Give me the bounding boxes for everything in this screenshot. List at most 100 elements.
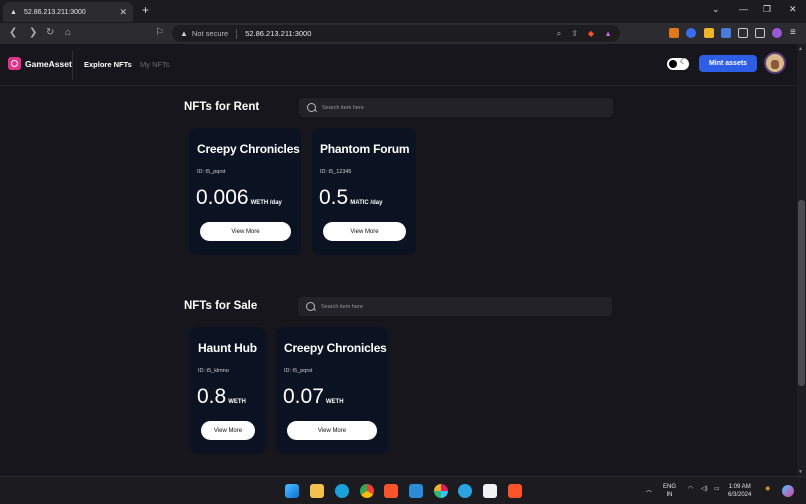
view-more-button[interactable]: View More bbox=[200, 222, 291, 241]
nft-price: 0.5 MATIC /day bbox=[319, 186, 382, 210]
address-bar[interactable]: ▲ Not secure 52.86.213.211:3000 ⌕ ⇪ ◆ ▲ bbox=[172, 25, 620, 42]
price-unit: WETH bbox=[228, 399, 246, 405]
scroll-down-icon[interactable]: ▼ bbox=[798, 469, 803, 475]
theme-toggle[interactable]: ☾ bbox=[667, 57, 689, 70]
avatar-face bbox=[771, 60, 779, 69]
clock-date: 6/3/2024 bbox=[728, 492, 752, 498]
nft-id: ID: t5_pqrst bbox=[197, 169, 226, 175]
nft-card[interactable]: Creepy Chronicles ID: t5_pqrst 0.006 WET… bbox=[189, 128, 301, 255]
nft-id: ID: t5_pqrst bbox=[284, 368, 313, 374]
view-more-button[interactable]: View More bbox=[287, 421, 377, 440]
bookmark-icon[interactable]: ⚐ bbox=[155, 27, 164, 38]
language-indicator[interactable]: ENG IN bbox=[663, 483, 676, 499]
forward-icon[interactable]: ❯ bbox=[29, 27, 37, 38]
nav-explore-nfts[interactable]: Explore NFTs bbox=[84, 60, 132, 69]
security-label[interactable]: Not secure bbox=[192, 29, 228, 38]
logo-text: GameAsset bbox=[25, 58, 72, 69]
search-icon bbox=[307, 103, 316, 112]
sidebar-icon[interactable] bbox=[755, 28, 765, 38]
price-unit: WETH bbox=[325, 399, 344, 405]
menu-icon[interactable]: ≡ bbox=[790, 27, 796, 38]
telegram-icon[interactable] bbox=[458, 484, 472, 498]
sale-section-title: NFTs for Sale bbox=[184, 300, 258, 312]
nft-card[interactable]: Haunt Hub ID: t5_klmno 0.8 WETH View Mor… bbox=[190, 327, 266, 454]
nft-card[interactable]: Creepy Chronicles ID: t5_pqrst 0.07 WETH… bbox=[276, 327, 388, 454]
browser-tab-bar: ▲ 52.86.213.211:3000 ✕ + ⌄ — ❐ ✕ bbox=[0, 0, 806, 23]
price-unit: WETH /day bbox=[250, 200, 282, 206]
volume-icon[interactable]: ◁) bbox=[701, 485, 708, 492]
brave-beta-icon[interactable] bbox=[508, 484, 522, 498]
brave-rewards-icon[interactable]: ▲ bbox=[604, 29, 612, 38]
battery-icon[interactable]: ▭ bbox=[714, 485, 720, 492]
url-text[interactable]: 52.86.213.211:3000 bbox=[245, 29, 547, 38]
toggle-knob bbox=[669, 60, 677, 68]
price-value: 0.006 bbox=[196, 186, 249, 209]
lang-top: ENG bbox=[663, 484, 677, 490]
wallet-icon[interactable] bbox=[704, 28, 714, 38]
tab-title: 52.86.213.211:3000 bbox=[24, 8, 86, 16]
sale-search-bar[interactable] bbox=[298, 297, 612, 316]
tray-chevron-icon[interactable]: ︿ bbox=[646, 485, 652, 494]
notion-icon[interactable] bbox=[483, 484, 497, 498]
clock[interactable]: 1:09 AM 6/3/2024 bbox=[728, 483, 751, 499]
warning-icon: ▲ bbox=[180, 29, 188, 38]
header-divider bbox=[72, 50, 73, 80]
minimize-icon[interactable]: — bbox=[739, 4, 748, 14]
wifi-icon[interactable]: ◠ bbox=[688, 485, 693, 492]
price-value: 0.5 bbox=[319, 186, 349, 209]
windows-start-icon[interactable] bbox=[285, 484, 299, 498]
edge-icon[interactable] bbox=[335, 484, 349, 498]
tab-search-icon[interactable]: ⌄ bbox=[712, 4, 720, 15]
nft-name: Haunt Hub bbox=[198, 341, 257, 355]
extension-icon[interactable] bbox=[686, 28, 696, 38]
notification-bell-icon[interactable]: ◉ bbox=[765, 485, 770, 492]
nft-price: 0.07 WETH bbox=[283, 385, 344, 409]
home-icon[interactable]: ⌂ bbox=[65, 27, 71, 38]
rent-section-title: NFTs for Rent bbox=[184, 101, 260, 113]
close-window-icon[interactable]: ✕ bbox=[789, 4, 797, 15]
nft-price: 0.8 WETH bbox=[197, 385, 246, 409]
avatar[interactable] bbox=[764, 52, 786, 74]
maximize-icon[interactable]: ❐ bbox=[763, 4, 771, 15]
slack-icon[interactable] bbox=[434, 484, 448, 498]
zoom-icon[interactable]: ⌕ bbox=[557, 29, 561, 39]
warning-icon: ▲ bbox=[10, 8, 17, 16]
back-icon[interactable]: ❮ bbox=[9, 27, 17, 38]
share-icon[interactable]: ⇪ bbox=[571, 29, 578, 38]
nft-name: Creepy Chronicles bbox=[284, 341, 387, 355]
brave-icon[interactable] bbox=[384, 484, 398, 498]
reload-icon[interactable]: ↻ bbox=[46, 27, 54, 38]
mint-assets-button[interactable]: Mint assets bbox=[699, 55, 757, 72]
extensions-puzzle-icon[interactable] bbox=[738, 28, 748, 38]
app-logo[interactable]: GameAsset bbox=[8, 57, 72, 70]
vscode-icon[interactable] bbox=[409, 484, 423, 498]
logo-icon bbox=[8, 57, 21, 70]
lang-bottom: IN bbox=[666, 492, 673, 498]
close-tab-icon[interactable]: ✕ bbox=[119, 7, 127, 18]
nav-my-nfts[interactable]: My NFTs bbox=[140, 60, 170, 69]
nft-name: Creepy Chronicles bbox=[197, 142, 300, 156]
search-icon bbox=[306, 302, 315, 311]
sale-search-input[interactable] bbox=[321, 303, 571, 310]
browser-toolbar: ❮ ❯ ↻ ⌂ ⚐ ▲ Not secure 52.86.213.211:300… bbox=[0, 23, 806, 44]
nft-id: ID: t5_12345 bbox=[320, 169, 352, 175]
divider bbox=[236, 28, 238, 39]
nft-price: 0.006 WETH /day bbox=[196, 186, 282, 210]
nft-card[interactable]: Phantom Forum ID: t5_12345 0.5 MATIC /da… bbox=[312, 128, 416, 255]
copilot-icon[interactable] bbox=[782, 485, 794, 497]
new-tab-icon[interactable]: + bbox=[142, 3, 149, 17]
file-explorer-icon[interactable] bbox=[310, 484, 324, 498]
chrome-icon[interactable] bbox=[360, 484, 374, 498]
extension-icon[interactable] bbox=[721, 28, 731, 38]
browser-tab[interactable]: ▲ 52.86.213.211:3000 ✕ bbox=[3, 2, 133, 22]
scroll-up-icon[interactable]: ▲ bbox=[798, 46, 803, 52]
rent-search-input[interactable] bbox=[322, 104, 572, 111]
nft-name: Phantom Forum bbox=[320, 142, 410, 156]
view-more-button[interactable]: View More bbox=[201, 421, 255, 440]
profile-icon[interactable] bbox=[772, 28, 782, 38]
rent-search-bar[interactable] bbox=[299, 98, 613, 117]
brave-shield-icon[interactable]: ◆ bbox=[588, 29, 594, 38]
view-more-button[interactable]: View More bbox=[323, 222, 406, 241]
scrollbar-thumb[interactable] bbox=[798, 200, 805, 386]
metamask-icon[interactable] bbox=[669, 28, 679, 38]
